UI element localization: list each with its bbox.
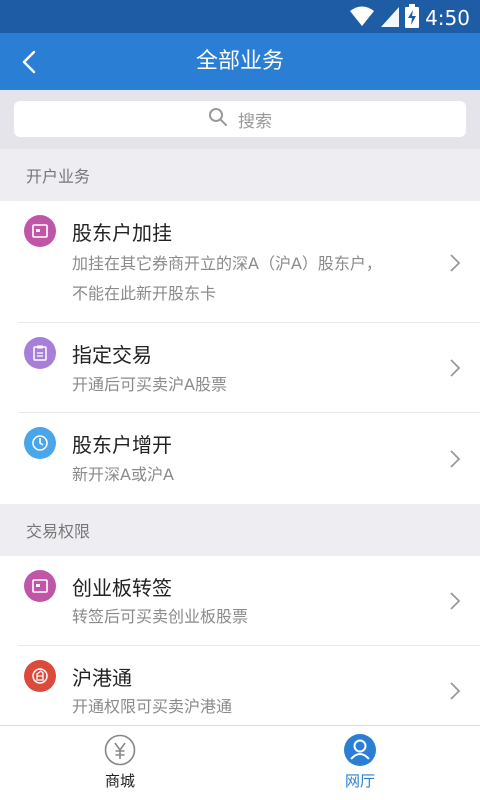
search-area: 搜索	[0, 90, 480, 149]
status-time: 4:50	[425, 6, 470, 30]
chevron-right-icon	[448, 449, 462, 469]
user-circle-icon	[344, 734, 376, 766]
hk-connect-icon	[24, 660, 56, 692]
item-desc: 开通后可买卖沪A股票	[72, 375, 227, 394]
item-title: 创业板转签	[72, 576, 172, 600]
chevron-right-icon	[448, 681, 462, 701]
chevron-right-icon	[448, 591, 462, 611]
list-item-add-shareholder[interactable]: 股东户增开 新开深A或沪A	[0, 413, 480, 504]
chevron-right-icon	[448, 253, 462, 273]
section-header-open-account: 开户业务	[0, 149, 480, 201]
page-title: 全部业务	[195, 49, 284, 74]
item-desc: 开通权限可买卖沪港通	[72, 697, 233, 716]
item-desc: 转签后可买卖创业板股票	[72, 607, 249, 626]
card-icon	[24, 570, 56, 602]
signal-icon	[381, 5, 400, 31]
item-title: 沪港通	[72, 666, 132, 690]
clipboard-icon	[24, 337, 56, 369]
item-title: 指定交易	[72, 343, 152, 367]
tab-label: 商城	[104, 772, 135, 790]
clock-icon	[24, 427, 56, 459]
tab-label: 网厅	[344, 772, 375, 790]
tab-online-hall[interactable]: 网厅	[240, 726, 480, 800]
wifi-icon	[349, 5, 375, 31]
item-title: 股东户加挂	[72, 221, 172, 245]
search-input[interactable]: 搜索	[14, 101, 466, 137]
battery-charging-icon	[405, 4, 420, 32]
item-title: 股东户增开	[72, 433, 172, 457]
search-placeholder: 搜索	[238, 111, 272, 132]
bottom-tab-bar: 商城 网厅	[0, 725, 480, 800]
item-desc: 新开深A或沪A	[72, 465, 174, 484]
title-bar: 全部业务	[0, 33, 480, 90]
status-bar: 4:50	[0, 0, 480, 33]
item-desc: 加挂在其它券商开立的深A（沪A）股东户， 不能在此新开股东卡	[72, 254, 382, 303]
list-item-chinext-resign[interactable]: 创业板转签 转签后可买卖创业板股票	[0, 556, 480, 646]
list-item-designated-trading[interactable]: 指定交易 开通后可买卖沪A股票	[0, 323, 480, 413]
card-icon	[24, 215, 56, 247]
yuan-coin-icon	[104, 734, 136, 766]
tab-mall[interactable]: 商城	[0, 726, 240, 800]
list-item-hk-connect[interactable]: 沪港通 开通权限可买卖沪港通	[0, 646, 480, 725]
search-icon	[208, 107, 228, 131]
list-item-shareholder-attach[interactable]: 股东户加挂 加挂在其它券商开立的深A（沪A）股东户， 不能在此新开股东卡	[0, 201, 480, 323]
chevron-right-icon	[448, 358, 462, 378]
section-header-trading-permissions: 交易权限	[0, 504, 480, 556]
